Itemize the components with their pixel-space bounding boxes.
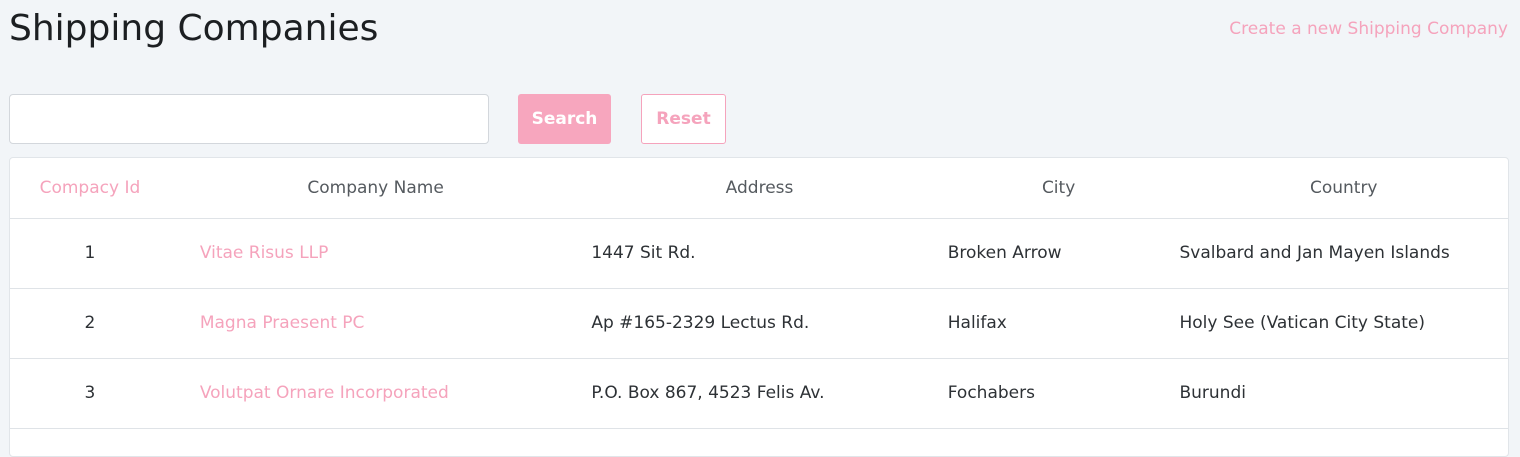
search-button[interactable]: Search [518, 94, 611, 144]
column-header-company-name: Company Name [169, 158, 582, 219]
company-name-cell: Vitae Risus LLP [169, 218, 582, 289]
column-header-address: Address [581, 158, 938, 219]
country-cell: Svalbard and Jan Mayen Islands [1179, 218, 1508, 289]
company-name-link[interactable]: Vitae Risus LLP [200, 243, 329, 263]
country-cell: Burundi [1179, 358, 1508, 429]
address-cell: 1447 Sit Rd. [581, 218, 938, 289]
table-header-row: Compacy Id Company Name Address City Cou… [10, 158, 1508, 219]
address-cell: P.O. Box 867, 4523 Felis Av. [581, 358, 938, 429]
company-id-cell: 1 [10, 218, 170, 289]
company-name-cell: Magna Praesent PC [169, 288, 582, 359]
city-cell: Halifax [937, 288, 1180, 359]
address-cell: Ap #165-2329 Lectus Rd. [581, 288, 938, 359]
city-cell: Fochabers [937, 358, 1180, 429]
country-cell: Holy See (Vatican City State) [1179, 288, 1508, 359]
reset-button[interactable]: Reset [641, 94, 726, 144]
table-row: 2 Magna Praesent PC Ap #165-2329 Lectus … [10, 288, 1508, 359]
column-header-country: Country [1179, 158, 1508, 219]
column-header-city: City [937, 158, 1180, 219]
page-title: Shipping Companies [9, 8, 379, 49]
table-row: 3 Volutpat Ornare Incorporated P.O. Box … [10, 358, 1508, 429]
company-id-cell: 2 [10, 288, 170, 359]
company-name-cell: Volutpat Ornare Incorporated [169, 358, 582, 429]
column-header-company-id[interactable]: Compacy Id [10, 158, 170, 219]
search-input[interactable] [9, 94, 489, 144]
company-name-link[interactable]: Magna Praesent PC [200, 313, 365, 333]
city-cell: Broken Arrow [937, 218, 1180, 289]
company-id-cell: 3 [10, 358, 170, 429]
table-row: 1 Vitae Risus LLP 1447 Sit Rd. Broken Ar… [10, 218, 1508, 289]
create-shipping-company-link[interactable]: Create a new Shipping Company [1229, 19, 1508, 39]
shipping-companies-table: Compacy Id Company Name Address City Cou… [9, 157, 1509, 457]
company-name-link[interactable]: Volutpat Ornare Incorporated [200, 383, 449, 403]
